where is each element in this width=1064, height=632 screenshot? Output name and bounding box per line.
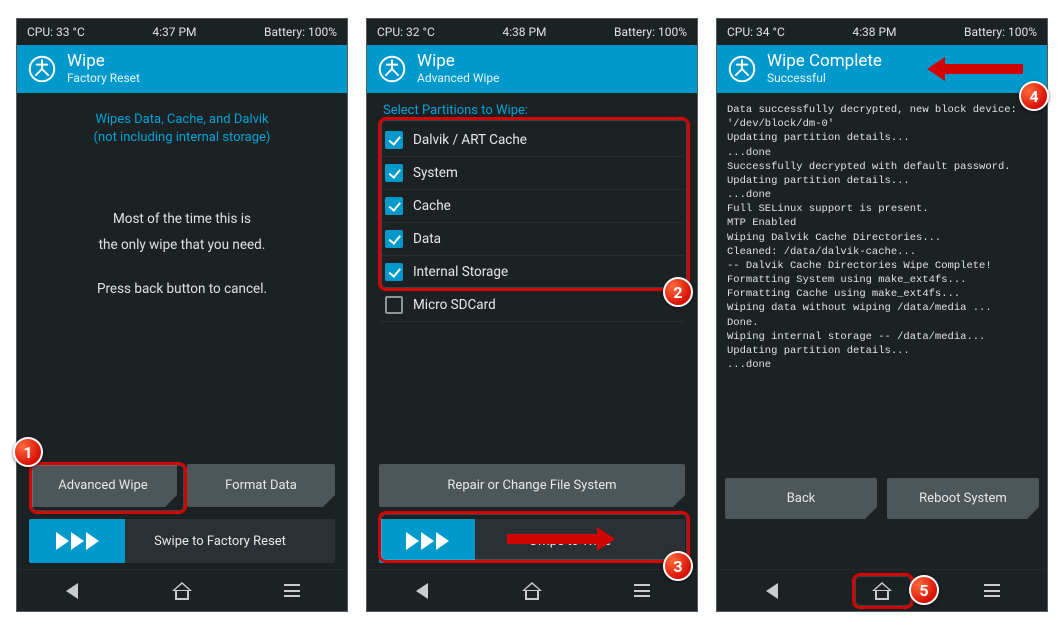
- screen-factory-reset: CPU: 33 °C 4:37 PM Battery: 100% Wipe Fa…: [16, 18, 348, 612]
- wipe-info: Most of the time this is the only wipe t…: [29, 207, 335, 302]
- page-title: Wipe: [417, 52, 500, 72]
- twrp-logo-icon: [27, 54, 57, 84]
- nav-home-icon[interactable]: [512, 577, 552, 605]
- checkbox-label: Cache: [413, 198, 451, 214]
- twrp-logo-icon: [727, 54, 757, 84]
- nav-home-icon[interactable]: [862, 577, 902, 605]
- page-subtitle: Advanced Wipe: [417, 72, 500, 86]
- status-time: 4:38 PM: [502, 25, 546, 39]
- button-label: Repair or Change File System: [447, 478, 616, 493]
- swipe-handle-icon[interactable]: [379, 519, 475, 563]
- status-cpu: CPU: 32 °C: [377, 25, 435, 39]
- partition-checkbox[interactable]: Cache: [379, 190, 685, 223]
- status-bar: CPU: 33 °C 4:37 PM Battery: 100%: [17, 19, 347, 45]
- status-cpu: CPU: 34 °C: [727, 25, 785, 39]
- callout-4: 4: [1019, 81, 1049, 111]
- wipe-note: Wipes Data, Cache, and Dalvik (not inclu…: [29, 111, 335, 147]
- arrow-swipe: [507, 527, 615, 551]
- info-line: the only wipe that you need.: [29, 233, 335, 259]
- checkbox-label: Dalvik / ART Cache: [413, 132, 527, 148]
- partition-checkbox[interactable]: Dalvik / ART Cache: [379, 124, 685, 157]
- button-label: Format Data: [225, 478, 297, 493]
- advanced-wipe-button[interactable]: Advanced Wipe: [29, 464, 177, 507]
- nav-bar: [17, 569, 347, 611]
- partition-checkbox[interactable]: Data: [379, 223, 685, 256]
- format-data-button[interactable]: Format Data: [187, 464, 335, 507]
- status-time: 4:38 PM: [852, 25, 896, 39]
- checkbox-label: Internal Storage: [413, 264, 508, 280]
- page-title: Wipe Complete: [767, 52, 882, 72]
- screen-wipe-complete: CPU: 34 °C 4:38 PM Battery: 100% Wipe Co…: [716, 18, 1048, 612]
- checkbox-checked-icon[interactable]: [385, 164, 403, 182]
- title-bar: Wipe Factory Reset: [17, 45, 347, 93]
- checkbox-label: System: [413, 165, 458, 181]
- nav-menu-icon[interactable]: [622, 577, 662, 605]
- console-log: Data successfully decrypted, new block d…: [725, 99, 1039, 372]
- info-line: Press back button to cancel.: [29, 277, 335, 303]
- checkbox-unchecked-icon[interactable]: [385, 296, 403, 314]
- note-line: (not including internal storage): [29, 129, 335, 147]
- checkbox-checked-icon[interactable]: [385, 131, 403, 149]
- nav-back-icon[interactable]: [402, 577, 442, 605]
- back-button[interactable]: Back: [725, 478, 877, 519]
- nav-bar: [717, 569, 1047, 611]
- status-time: 4:37 PM: [152, 25, 196, 39]
- status-bar: CPU: 34 °C 4:38 PM Battery: 100%: [717, 19, 1047, 45]
- repair-fs-button[interactable]: Repair or Change File System: [379, 464, 685, 507]
- status-battery: Battery: 100%: [264, 25, 337, 39]
- callout-3: 3: [663, 551, 693, 581]
- button-label: Back: [787, 491, 816, 506]
- twrp-logo-icon: [377, 54, 407, 84]
- partition-checkbox[interactable]: System: [379, 157, 685, 190]
- checkbox-label: Data: [413, 231, 441, 247]
- callout-5: 5: [909, 575, 939, 605]
- nav-menu-icon[interactable]: [272, 577, 312, 605]
- checkbox-checked-icon[interactable]: [385, 197, 403, 215]
- button-label: Reboot System: [919, 491, 1007, 506]
- checkbox-label: Micro SDCard: [413, 297, 496, 313]
- nav-back-icon[interactable]: [52, 577, 92, 605]
- nav-home-icon[interactable]: [162, 577, 202, 605]
- status-battery: Battery: 100%: [614, 25, 687, 39]
- status-bar: CPU: 32 °C 4:38 PM Battery: 100%: [367, 19, 697, 45]
- nav-back-icon[interactable]: [752, 577, 792, 605]
- swipe-factory-reset[interactable]: Swipe to Factory Reset: [29, 519, 335, 563]
- note-line: Wipes Data, Cache, and Dalvik: [29, 111, 335, 129]
- callout-1: 1: [13, 437, 43, 467]
- status-cpu: CPU: 33 °C: [27, 25, 85, 39]
- arrow-title: [927, 57, 1023, 81]
- swipe-handle-icon[interactable]: [29, 519, 125, 563]
- nav-menu-icon[interactable]: [972, 577, 1012, 605]
- title-bar: Wipe Advanced Wipe: [367, 45, 697, 93]
- reboot-system-button[interactable]: Reboot System: [887, 478, 1039, 519]
- checkbox-checked-icon[interactable]: [385, 230, 403, 248]
- button-label: Advanced Wipe: [58, 478, 147, 493]
- partition-checklist: Dalvik / ART Cache System Cache Data Interna…: [379, 124, 685, 322]
- section-label: Select Partitions to Wipe:: [383, 103, 685, 118]
- checkbox-checked-icon[interactable]: [385, 263, 403, 281]
- screen-advanced-wipe: CPU: 32 °C 4:38 PM Battery: 100% Wipe Ad…: [366, 18, 698, 612]
- page-title: Wipe: [67, 52, 140, 72]
- partition-checkbox[interactable]: Micro SDCard: [379, 289, 685, 322]
- page-subtitle: Factory Reset: [67, 72, 140, 86]
- nav-bar: [367, 569, 697, 611]
- page-subtitle: Successful: [767, 72, 882, 86]
- callout-2: 2: [663, 277, 693, 307]
- info-line: Most of the time this is: [29, 207, 335, 233]
- status-battery: Battery: 100%: [964, 25, 1037, 39]
- swipe-label: Swipe to Factory Reset: [125, 534, 335, 549]
- partition-checkbox[interactable]: Internal Storage: [379, 256, 685, 289]
